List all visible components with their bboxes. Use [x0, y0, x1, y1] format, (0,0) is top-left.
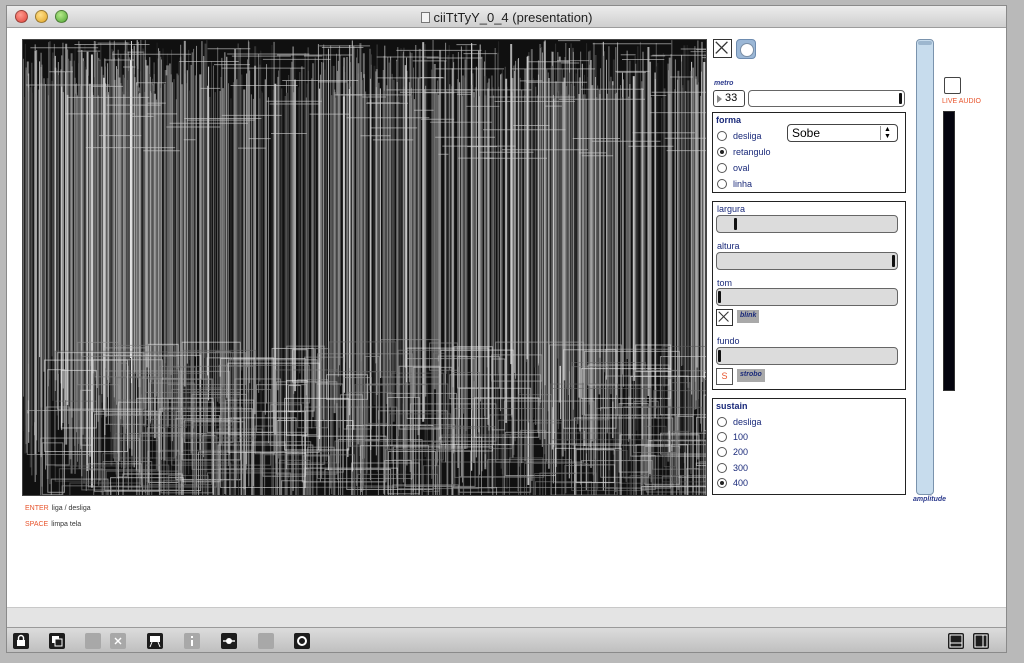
live-audio-toggle[interactable]: [944, 77, 961, 94]
shortcut-enter: ENTER liga / desliga: [25, 505, 91, 512]
params-panel: largura altura tom blink fundo S strobo: [712, 201, 906, 390]
live-audio-label: LIVE AUDIO: [942, 98, 981, 105]
tom-slider[interactable]: [716, 288, 898, 306]
presentation-icon[interactable]: [49, 633, 65, 649]
delete-icon[interactable]: [110, 633, 126, 649]
blink-toggle[interactable]: [716, 309, 733, 326]
new-object-icon[interactable]: [147, 633, 163, 649]
slider-knob[interactable]: [718, 350, 721, 362]
radio-icon[interactable]: [717, 417, 727, 427]
forma-option-desliga[interactable]: desliga: [717, 131, 762, 141]
connect-icon[interactable]: [221, 633, 237, 649]
settings-icon[interactable]: [294, 633, 310, 649]
sustain-option-100[interactable]: 100: [717, 432, 748, 442]
easel-glyph: [149, 636, 161, 648]
radio-icon[interactable]: [717, 463, 727, 473]
sustain-option-desliga[interactable]: desliga: [717, 417, 762, 427]
amplitude-cap: [918, 41, 932, 45]
sustain-option-400[interactable]: 400: [717, 478, 748, 488]
largura-slider[interactable]: [716, 215, 898, 233]
forma-title: forma: [716, 115, 742, 125]
drawing-canvas[interactable]: [22, 39, 707, 496]
radio-icon[interactable]: [717, 432, 727, 442]
shortcut-space: SPACE limpa tela: [25, 521, 82, 528]
sustain-option-200[interactable]: 200: [717, 447, 748, 457]
grid-icon[interactable]: [258, 633, 274, 649]
direction-select[interactable]: Sobe ▲ ▼: [787, 124, 898, 142]
forma-panel: forma desliga retangulo oval linha Sobe ▲…: [712, 112, 906, 193]
bang-button[interactable]: [736, 39, 756, 59]
forma-option-linha[interactable]: linha: [717, 179, 752, 189]
slider-knob[interactable]: [892, 255, 895, 267]
toggle-x-button[interactable]: [713, 39, 732, 58]
canvas-graphics: [23, 40, 706, 495]
presentation-glyph: [52, 636, 63, 647]
connect-glyph: [223, 638, 235, 644]
x-glyph: [114, 637, 122, 645]
status-strip: [7, 607, 1006, 627]
x-mark-icon: [715, 41, 728, 54]
amplitude-slider[interactable]: [916, 39, 934, 495]
forma-option-oval[interactable]: oval: [717, 163, 750, 173]
fundo-slider[interactable]: [716, 347, 898, 365]
slider-knob[interactable]: [734, 218, 737, 230]
metro-slider[interactable]: [748, 90, 905, 107]
patch-icon[interactable]: [85, 633, 101, 649]
slider-knob[interactable]: [718, 291, 721, 303]
tom-label: tom: [717, 278, 733, 288]
app-window: ciiTtTyY_0_4 (presentation) ENTER liga / …: [6, 5, 1007, 653]
document-icon: [420, 12, 430, 23]
radio-icon[interactable]: [717, 447, 727, 457]
fundo-label: fundo: [717, 336, 740, 346]
lock-glyph: [17, 634, 25, 646]
metro-number-box[interactable]: 33: [713, 90, 745, 107]
bottom-toolbar: [7, 627, 1006, 652]
sustain-title: sustain: [716, 401, 748, 411]
gear-glyph: [297, 636, 307, 646]
radio-icon[interactable]: [717, 131, 727, 141]
altura-slider[interactable]: [716, 252, 898, 270]
split-h-glyph: [949, 634, 963, 648]
radio-selected-icon[interactable]: [717, 147, 727, 157]
split-v-glyph: [974, 634, 988, 648]
split-horizontal-icon[interactable]: [948, 633, 964, 649]
title-bar: ciiTtTyY_0_4 (presentation): [7, 6, 1006, 28]
metro-label: metro: [714, 80, 734, 87]
i-glyph: [191, 636, 193, 646]
lock-icon[interactable]: [13, 633, 29, 649]
audio-level-meter: [943, 111, 955, 391]
sustain-option-300[interactable]: 300: [717, 463, 748, 473]
radio-selected-icon[interactable]: [717, 478, 727, 488]
radio-icon[interactable]: [717, 179, 727, 189]
split-vertical-icon[interactable]: [973, 633, 989, 649]
blink-label: blink: [737, 310, 760, 323]
largura-label: largura: [717, 204, 746, 214]
x-mark-icon: [718, 311, 729, 322]
altura-label: altura: [717, 241, 740, 251]
amplitude-label: amplitude: [913, 496, 947, 503]
strobo-label: strobo: [737, 369, 765, 382]
radio-icon[interactable]: [717, 163, 727, 173]
sustain-panel: sustain desliga 100 200 300 400: [712, 398, 906, 495]
forma-option-retangulo[interactable]: retangulo: [717, 147, 771, 157]
strobo-key-button[interactable]: S: [716, 368, 733, 385]
slider-knob[interactable]: [899, 93, 902, 104]
info-icon[interactable]: [184, 633, 200, 649]
window-title: ciiTtTyY_0_4 (presentation): [7, 10, 1006, 25]
updown-arrows-icon: ▲ ▼: [880, 126, 894, 140]
